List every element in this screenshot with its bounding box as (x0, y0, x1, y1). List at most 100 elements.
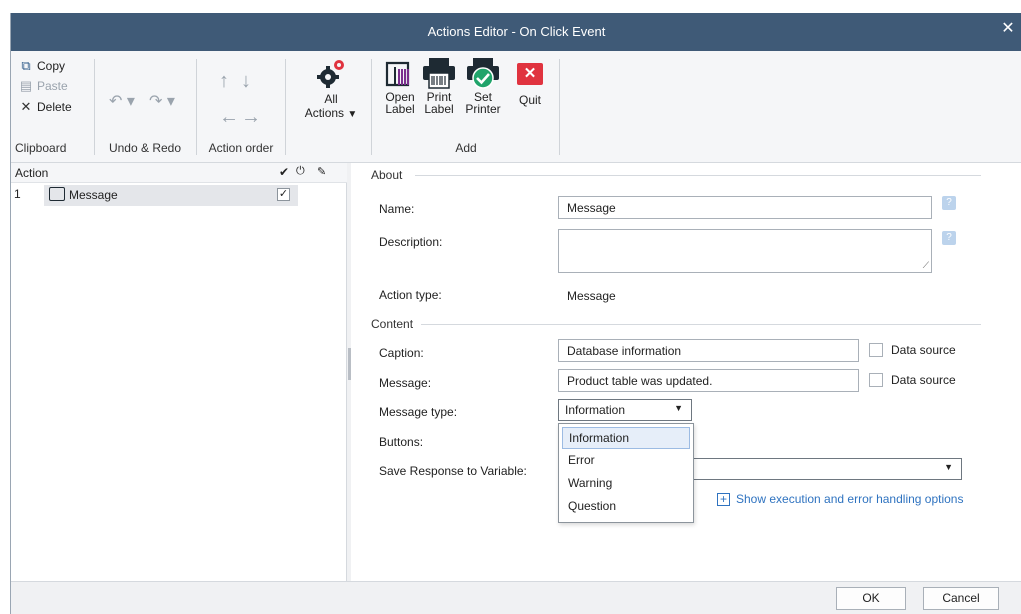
about-section-divider (415, 175, 981, 176)
set-printer-line2: Printer (465, 102, 501, 116)
add-group-label: Add (455, 141, 477, 155)
copy-button[interactable]: ⧉ Copy (19, 58, 66, 74)
execution-options-link[interactable]: + Show execution and error handling opti… (717, 492, 963, 506)
delete-icon: ✕ (20, 99, 32, 114)
window-title: Actions Editor - On Click Event (427, 24, 606, 39)
all-actions-line1: All (324, 92, 338, 106)
delete-label: Delete (37, 100, 72, 114)
caption-data-source-label: Data source (891, 343, 956, 357)
all-actions-line2-wrap: Actions ▼ (303, 107, 359, 121)
copy-icon: ⧉ (21, 58, 31, 73)
action-list-header: Action ✔ ⏻ ✎ (11, 163, 347, 183)
open-label-button[interactable]: Open Label (381, 57, 419, 115)
expand-plus-icon: + (717, 492, 730, 506)
close-icon[interactable]: ✕ (1000, 21, 1016, 37)
print-label-line2: Label (424, 102, 454, 116)
content-section-title: Content (371, 317, 414, 331)
description-field[interactable]: ⟋ (558, 229, 932, 273)
redo-icon: ↷ ▾ (149, 93, 175, 110)
dropdown-option-error[interactable]: Error (562, 450, 690, 472)
clipboard-group-label: Clipboard (15, 141, 67, 155)
dropdown-option-information[interactable]: Information (562, 427, 690, 449)
message-data-source-box[interactable] (869, 373, 883, 387)
action-list-pane: Action ✔ ⏻ ✎ 1 Message ✓ (11, 163, 347, 581)
about-section-title: About (371, 168, 403, 182)
chevron-down-icon: ▼ (674, 403, 683, 413)
action-order-group-label: Action order (208, 141, 274, 155)
name-label: Name: (379, 202, 415, 216)
print-label-button[interactable]: Print Label (419, 57, 459, 115)
save-response-label: Save Response to Variable: (379, 464, 527, 478)
chevron-down-icon: ▼ (347, 109, 358, 120)
printer-icon (423, 58, 455, 89)
ribbon-divider (371, 59, 372, 155)
caption-label: Caption: (379, 346, 424, 360)
dropdown-option-warning[interactable]: Warning (562, 473, 690, 495)
paste-icon: ▤ (19, 78, 33, 93)
ok-button[interactable]: OK (836, 587, 906, 610)
chevron-down-icon: ▼ (944, 462, 953, 472)
move-down-icon[interactable]: ↓ (241, 71, 251, 91)
enabled-column-icon[interactable]: ✔ (279, 165, 289, 179)
paste-label: Paste (37, 79, 68, 93)
quit-button[interactable]: ✕ Quit (513, 63, 547, 106)
plug-column-icon[interactable]: ⏻ (296, 165, 305, 178)
message-type-selected: Information (565, 403, 626, 417)
help-icon[interactable]: ? (942, 231, 956, 245)
add-group: Open Label Print Label Set Printer ✕ Qui… (373, 55, 559, 159)
name-field[interactable] (558, 196, 932, 219)
help-icon[interactable]: ? (942, 196, 956, 210)
undo-redo-group-label: Undo & Redo (108, 141, 182, 155)
title-bar: Actions Editor - On Click Event ✕ (11, 13, 1021, 51)
undo-button[interactable]: ↶ ▾ (109, 91, 135, 111)
open-label-line2: Label (385, 102, 415, 116)
message-type-select[interactable]: Information ▼ (558, 399, 692, 421)
resize-grip-icon[interactable]: ⟋ (923, 260, 929, 271)
ribbon-divider (285, 59, 286, 155)
caption-data-source-checkbox[interactable]: Data source (869, 343, 956, 357)
action-column-header: Action (15, 166, 49, 180)
action-row-name: Message (69, 188, 118, 202)
undo-redo-group: ↶ ▾ ↷ ▾ Undo & Redo (95, 55, 195, 159)
dropdown-option-question[interactable]: Question (562, 496, 690, 518)
action-row[interactable]: 1 Message ✓ (11, 184, 347, 206)
copy-label: Copy (37, 59, 66, 73)
paste-button[interactable]: ▤ Paste (19, 78, 68, 94)
all-actions-line2: Actions (304, 106, 345, 120)
message-data-source-checkbox[interactable]: Data source (869, 373, 956, 387)
caption-data-source-box[interactable] (869, 343, 883, 357)
undo-icon: ↶ ▾ (109, 93, 135, 110)
action-order-group: ↑ ↓ ← → Action order (197, 55, 285, 159)
set-printer-button[interactable]: Set Printer (461, 57, 505, 115)
dialog-footer: OK Cancel (11, 581, 1021, 614)
action-type-value: Message (567, 289, 616, 303)
open-label-icon (385, 61, 410, 87)
execution-options-label: Show execution and error handling option… (736, 492, 964, 506)
message-field[interactable] (558, 369, 859, 392)
gears-icon (317, 60, 344, 88)
description-label: Description: (379, 235, 443, 249)
move-up-icon[interactable]: ↑ (219, 71, 229, 91)
quit-label: Quit (518, 93, 541, 107)
set-printer-icon (467, 58, 499, 89)
move-right-icon[interactable]: → (241, 107, 261, 127)
clipboard-group: ⧉ Copy ▤ Paste ✕ Delete Clipboard (11, 55, 93, 159)
pencil-column-icon[interactable]: ✎ (317, 165, 326, 178)
redo-button[interactable]: ↷ ▾ (149, 91, 175, 111)
ribbon: ⧉ Copy ▤ Paste ✕ Delete Clipboard ↶ ▾ ↷ … (11, 51, 1021, 163)
action-enabled-checkbox[interactable]: ✓ (277, 188, 290, 201)
caption-field[interactable] (558, 339, 859, 362)
move-left-icon[interactable]: ← (219, 107, 239, 127)
all-actions-button[interactable]: All Actions ▼ (303, 57, 359, 121)
content-section-divider (421, 324, 981, 325)
message-icon (49, 187, 65, 201)
action-row-number: 1 (14, 187, 21, 201)
delete-button[interactable]: ✕ Delete (19, 99, 72, 115)
buttons-label: Buttons: (379, 435, 424, 449)
ribbon-divider (559, 59, 560, 155)
action-type-label: Action type: (379, 288, 442, 302)
message-type-dropdown: Information Error Warning Question (558, 423, 694, 523)
message-label: Message: (379, 376, 432, 390)
cancel-button[interactable]: Cancel (923, 587, 999, 610)
message-data-source-label: Data source (891, 373, 956, 387)
